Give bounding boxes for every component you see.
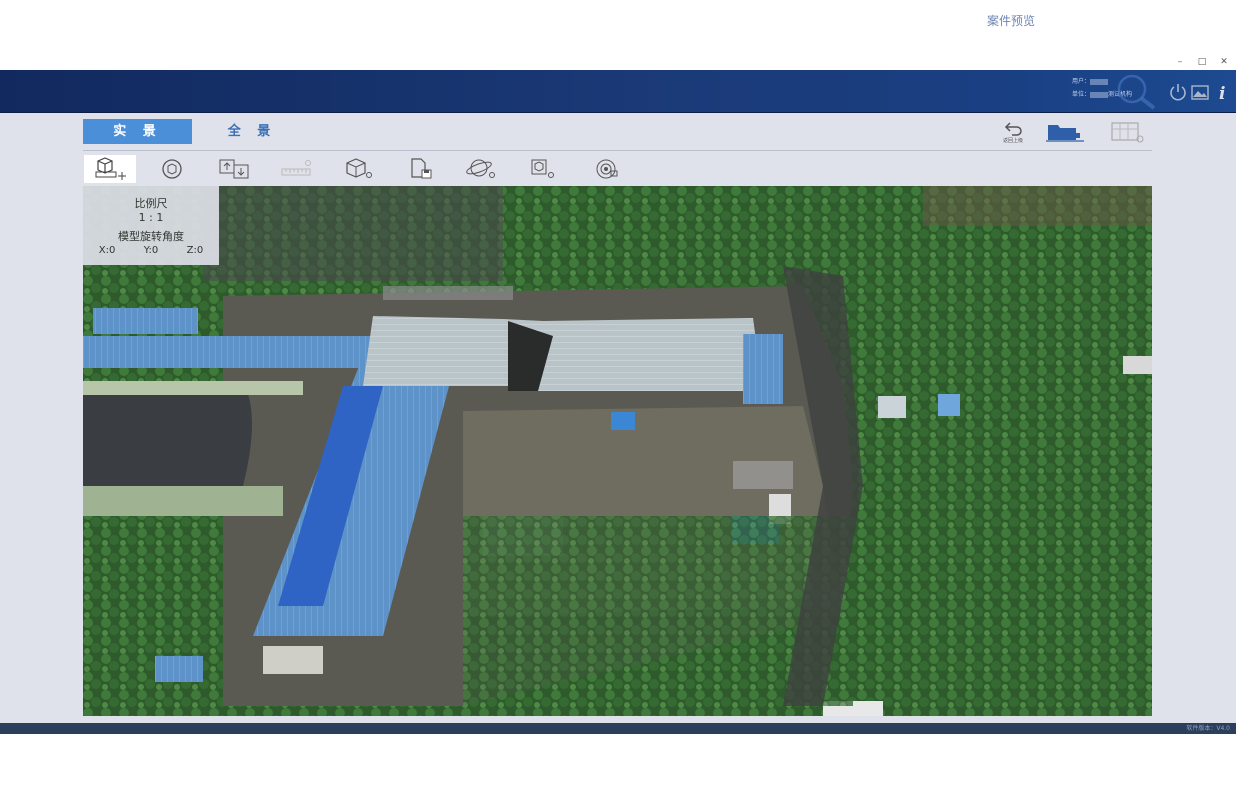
- tab-panorama[interactable]: 全 景: [212, 119, 292, 144]
- image-icon[interactable]: [1190, 82, 1210, 102]
- rotate-icon: [162, 159, 182, 179]
- nav-scene-map[interactable]: 现场图: [319, 0, 355, 42]
- tool-file-save[interactable]: [394, 155, 446, 183]
- back-arrow-icon[interactable]: [1004, 120, 1024, 136]
- cube-settings-icon: [346, 158, 372, 178]
- status-bar: 软件版本：V4.0: [0, 723, 1236, 734]
- ruler-icon: [281, 160, 311, 176]
- import-export-icon: [219, 159, 249, 179]
- nav-analysis[interactable]: 分析意见: [597, 0, 645, 42]
- tool-target-camera[interactable]: [580, 155, 632, 183]
- nav-media[interactable]: 媒体: [514, 0, 538, 42]
- rotation-values: X:0 Y:0 Z:0: [83, 245, 219, 256]
- search-icon[interactable]: [1112, 72, 1158, 112]
- version-label: 软件版本：V4.0: [1186, 725, 1230, 732]
- info-icon[interactable]: i: [1212, 82, 1232, 102]
- realview-3d-viewport[interactable]: [83, 186, 1152, 716]
- tool-rotate[interactable]: [146, 155, 198, 183]
- rotation-z: Z:0: [186, 245, 204, 256]
- close-button[interactable]: ✕: [1216, 55, 1232, 70]
- folder-network-icon[interactable]: [1046, 120, 1084, 144]
- nav-case-preview: 案件预览: [986, 14, 1036, 28]
- scale-value: 1 : 1: [138, 211, 164, 224]
- aerial-model-image: [83, 186, 1152, 716]
- nav-realview[interactable]: 实景: [798, 0, 822, 42]
- window-titlebar: [0, 55, 1236, 70]
- main-navbar: [0, 70, 1236, 113]
- nav-trace-evidence[interactable]: 痕迹物证: [407, 0, 455, 42]
- nav-scene-photos[interactable]: 现场照片: [218, 0, 266, 42]
- tool-ruler[interactable]: [270, 155, 322, 183]
- scale-label: 比例尺: [134, 197, 168, 210]
- back-label[interactable]: 返回上级: [998, 137, 1028, 144]
- tool-globe-link[interactable]: [456, 155, 508, 183]
- grid-settings-icon[interactable]: [1110, 120, 1146, 144]
- unit-label: 单位：: [1072, 91, 1091, 98]
- rotation-x: X:0: [98, 245, 116, 256]
- tool-import-export[interactable]: [208, 155, 260, 183]
- globe-link-icon: [466, 159, 495, 178]
- tool-cube-settings[interactable]: [332, 155, 384, 183]
- nav-basic-info[interactable]: 基本信息: [122, 0, 170, 42]
- target-camera-icon: [596, 159, 618, 179]
- maximize-button[interactable]: □: [1194, 55, 1210, 70]
- model-info-panel: 比例尺 1 : 1 模型旋转角度 X:0 Y:0 Z:0: [83, 186, 219, 265]
- svg-text:i: i: [1219, 84, 1225, 102]
- unit-blur: [1090, 91, 1109, 98]
- file-save-icon: [411, 158, 432, 179]
- rotation-y: Y:0: [143, 245, 159, 256]
- nav-transcript-output[interactable]: 笔录输出: [692, 0, 740, 42]
- model-gear-icon: [531, 159, 554, 178]
- rotation-label: 模型旋转角度: [118, 230, 184, 243]
- nav-query[interactable]: 查询: [37, 0, 61, 42]
- user-label: 用户：: [1072, 78, 1091, 85]
- nav-report[interactable]: 汇报材料: [881, 0, 929, 42]
- tool-model-gear[interactable]: [518, 155, 570, 183]
- minimize-button[interactable]: –: [1172, 55, 1188, 70]
- toolbar-separator: [83, 150, 1152, 151]
- user-name-blurred: [1090, 78, 1109, 85]
- model-move-icon: [95, 157, 126, 180]
- tool-model-move[interactable]: [84, 155, 136, 183]
- power-icon[interactable]: [1168, 82, 1188, 102]
- tab-realview[interactable]: 实 景: [83, 119, 192, 144]
